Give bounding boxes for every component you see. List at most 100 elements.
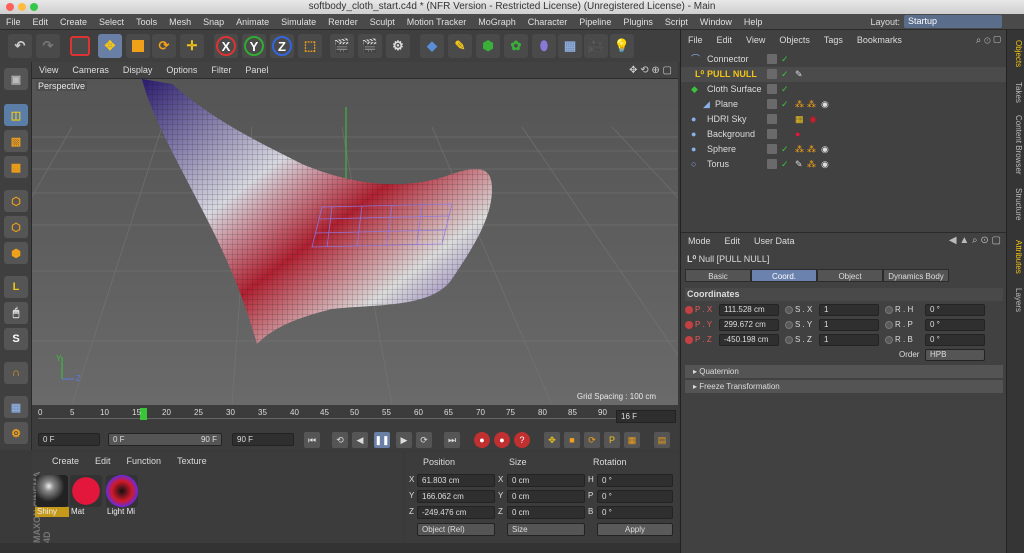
locked-workplane-icon[interactable]: ⚙ [4, 422, 28, 444]
material-tag-icon[interactable]: ◉ [821, 97, 829, 112]
start-frame-field[interactable]: 0 F [38, 433, 100, 446]
material-tag-icon[interactable]: ◉ [821, 157, 829, 172]
material-menu-function[interactable]: Function [119, 453, 170, 469]
viewport-menu-options[interactable]: Options [159, 62, 204, 79]
visibility-toggle[interactable] [767, 69, 777, 79]
size-mode-dropdown[interactable]: Size [507, 523, 585, 536]
coordinate-system-icon[interactable]: ⬚ [298, 34, 322, 58]
side-tab-structure[interactable]: Structure [1009, 182, 1023, 226]
pos-z-field[interactable]: -450.198 cm [719, 334, 779, 346]
visibility-toggle[interactable] [767, 84, 777, 94]
object-row-hdri-sky[interactable]: ● HDRI Sky ▦ ◉ [681, 112, 1007, 127]
menu-script[interactable]: Script [659, 14, 694, 30]
pos-x-field[interactable]: 111.528 cm [719, 304, 779, 316]
keyframe-dot[interactable] [685, 336, 693, 344]
scale-key-icon[interactable]: ■ [564, 432, 580, 448]
attr-menu-mode[interactable]: Mode [681, 233, 718, 249]
material-menu-texture[interactable]: Texture [169, 453, 215, 469]
minimize-window-button[interactable] [18, 3, 26, 11]
perspective-viewport[interactable]: Y Z Perspective Grid Spacing : 100 cm [32, 79, 678, 405]
axis-mode-icon[interactable]: L [4, 276, 28, 298]
coordinate-mode-dropdown[interactable]: Object (Rel) [417, 523, 495, 536]
menu-create[interactable]: Create [54, 14, 93, 30]
make-editable-icon[interactable]: ▣ [4, 68, 28, 90]
previous-key-icon[interactable]: ⟲ [332, 432, 348, 448]
object-menu-objects[interactable]: Objects [772, 32, 817, 48]
viewport-menu-panel[interactable]: Panel [238, 62, 275, 79]
scale-y-field[interactable]: 1 [819, 319, 879, 331]
close-window-button[interactable] [6, 3, 14, 11]
phong-tag-icon[interactable]: ⁂ [807, 97, 816, 112]
keyframe-dot[interactable] [685, 306, 693, 314]
visibility-toggle[interactable] [767, 114, 777, 124]
menu-window[interactable]: Window [694, 14, 738, 30]
current-frame-field[interactable]: 16 F [616, 410, 676, 423]
quaternion-section[interactable]: ▸ Quaternion [685, 365, 1003, 378]
move-tool-icon[interactable]: ✥ [98, 34, 122, 58]
compositing-tag-icon[interactable]: ▦ [795, 112, 804, 127]
material-tag-icon[interactable]: ◉ [809, 112, 817, 127]
next-frame-icon[interactable]: ▶ [396, 432, 412, 448]
object-menu-tags[interactable]: Tags [817, 32, 850, 48]
rot-h-field[interactable]: 0 ° [925, 304, 985, 316]
menu-motion-tracker[interactable]: Motion Tracker [401, 14, 473, 30]
attr-menu-user-data[interactable]: User Data [747, 233, 802, 249]
object-name[interactable]: Sphere [707, 142, 736, 157]
position-y-field[interactable]: 166.062 cm [417, 490, 495, 503]
menu-character[interactable]: Character [522, 14, 574, 30]
pos-y-field[interactable]: 299.672 cm [719, 319, 779, 331]
menu-render[interactable]: Render [322, 14, 364, 30]
enabled-check-icon[interactable]: ✓ [781, 157, 789, 172]
camera-icon[interactable]: 🎥 [584, 34, 608, 58]
keyframe-dot[interactable] [885, 336, 893, 344]
scale-tool-icon[interactable] [126, 34, 150, 58]
parameter-key-icon[interactable]: P [604, 432, 620, 448]
menu-edit[interactable]: Edit [27, 14, 55, 30]
material-menu-edit[interactable]: Edit [87, 453, 119, 469]
object-menu-view[interactable]: View [739, 32, 772, 48]
scale-z-field[interactable]: 1 [819, 334, 879, 346]
viewport-menu-filter[interactable]: Filter [204, 62, 238, 79]
pla-key-icon[interactable]: ▦ [624, 432, 640, 448]
render-picture-viewer-icon[interactable]: 🎬 [358, 34, 382, 58]
keyframe-dot[interactable] [885, 306, 893, 314]
object-row-connector[interactable]: ⌒ Connector ✓ [681, 52, 1007, 67]
previous-frame-icon[interactable]: ◀ [352, 432, 368, 448]
record-active-objects-icon[interactable]: ● [474, 432, 490, 448]
go-to-start-icon[interactable]: ⏮ [304, 432, 320, 448]
texture-mode-icon[interactable]: ▧ [4, 130, 28, 152]
keyframe-dot[interactable] [785, 321, 793, 329]
rotate-tool-icon[interactable]: ⟳ [152, 34, 176, 58]
cube-primitive-icon[interactable]: ◆ [420, 34, 444, 58]
object-manager-search-icon[interactable]: ⌕ ⊙ ▢ [976, 35, 1001, 46]
subdivision-surface-icon[interactable]: ⬢ [476, 34, 500, 58]
tab-dynamics-body[interactable]: Dynamics Body [883, 269, 949, 282]
tweak-mode-icon[interactable]: 🖱 [4, 302, 28, 324]
visibility-toggle[interactable] [767, 99, 777, 109]
object-name[interactable]: HDRI Sky [707, 112, 747, 127]
timeline-layout-icon[interactable]: ▤ [654, 432, 670, 448]
freeze-transformation-section[interactable]: ▸ Freeze Transformation [685, 380, 1003, 393]
material-tag-icon[interactable]: ◉ [821, 142, 829, 157]
visibility-toggle[interactable] [767, 54, 777, 64]
magnet-icon[interactable]: ∩ [4, 362, 28, 384]
size-y-field[interactable]: 0 cm [507, 490, 585, 503]
menu-file[interactable]: File [0, 14, 27, 30]
size-z-field[interactable]: 0 cm [507, 506, 585, 519]
menu-tools[interactable]: Tools [130, 14, 163, 30]
deformer-icon[interactable]: ⬮ [532, 34, 556, 58]
size-x-field[interactable]: 0 cm [507, 474, 585, 487]
phong-tag-icon[interactable]: ⁂ [807, 142, 816, 157]
menu-snap[interactable]: Snap [197, 14, 230, 30]
cloth-tag-icon[interactable]: ⁂ [795, 97, 804, 112]
object-name[interactable]: Connector [707, 52, 749, 67]
object-menu-file[interactable]: File [681, 32, 710, 48]
redo-icon[interactable]: ↷ [36, 34, 60, 58]
polygons-mode-icon[interactable]: ⬢ [4, 242, 28, 264]
menu-select[interactable]: Select [93, 14, 130, 30]
autokeying-icon[interactable]: ● [494, 432, 510, 448]
keyframe-dot[interactable] [785, 336, 793, 344]
side-tab-objects[interactable]: Objects [1009, 36, 1023, 72]
render-view-icon[interactable]: 🎬 [330, 34, 354, 58]
material-swatch-shiny[interactable] [36, 475, 68, 507]
